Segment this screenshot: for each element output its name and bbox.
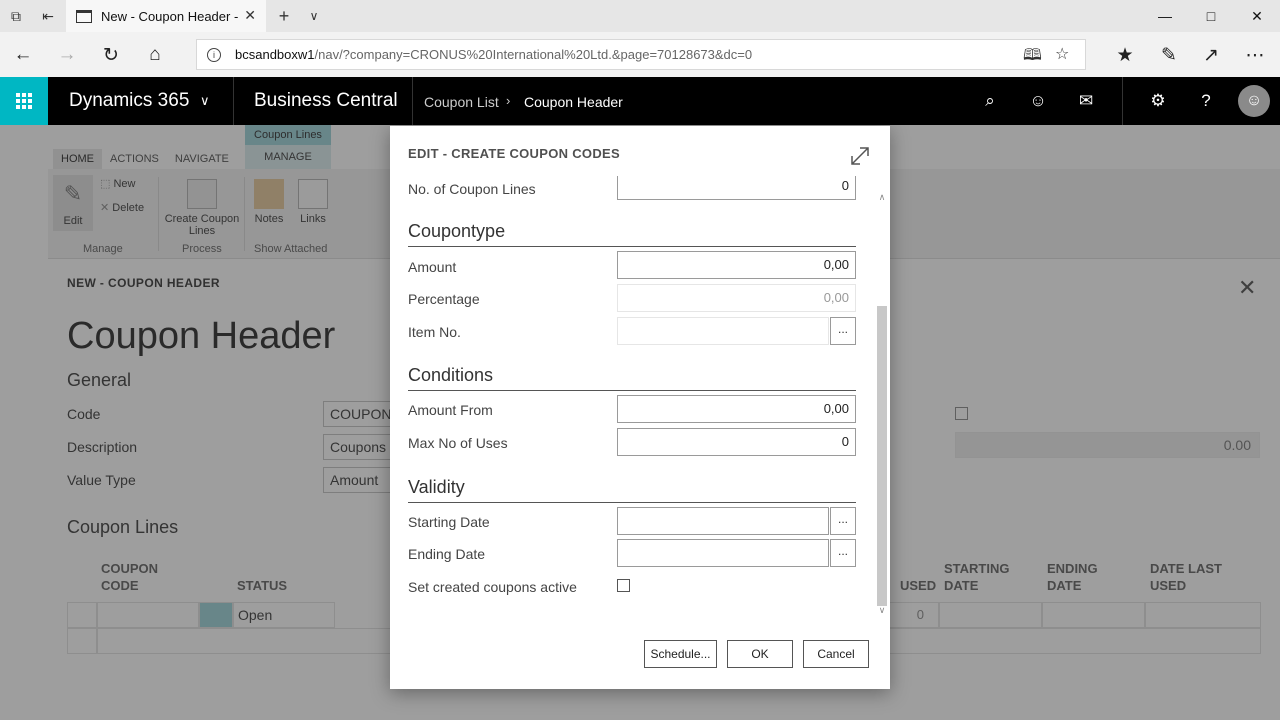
tab-title: New - Coupon Header - bbox=[101, 8, 239, 24]
address-bar: ← → ↻ ⌂ i bcsandboxw1/nav/?company=CRONU… bbox=[0, 32, 1280, 77]
section-conditions: Conditions bbox=[408, 365, 856, 391]
set-active-checkbox[interactable] bbox=[617, 579, 630, 592]
avatar[interactable]: ☺ bbox=[1238, 85, 1270, 117]
percentage-field[interactable]: 0,00 bbox=[617, 284, 856, 312]
expand-icon[interactable] bbox=[848, 144, 872, 168]
tab-preview-icon[interactable]: ⧉ bbox=[6, 6, 26, 26]
item-no-lookup-button[interactable]: ... bbox=[830, 317, 856, 345]
ending-date-field[interactable] bbox=[617, 539, 829, 567]
home-icon[interactable]: ⌂ bbox=[142, 42, 168, 68]
starting-date-picker-button[interactable]: ... bbox=[830, 507, 856, 535]
amount-field[interactable]: 0,00 bbox=[617, 251, 856, 279]
maximize-icon[interactable]: □ bbox=[1188, 4, 1234, 28]
tab-close-icon[interactable]: ✕ bbox=[244, 7, 256, 24]
section-validity: Validity bbox=[408, 477, 856, 503]
browser-tab-bar: ⧉ ⇤ New - Coupon Header - ✕ + ∨ — □ ✕ bbox=[0, 0, 1280, 32]
percentage-label: Percentage bbox=[408, 291, 480, 307]
set-tabs-aside-icon[interactable]: ⇤ bbox=[38, 6, 58, 26]
close-window-icon[interactable]: ✕ bbox=[1234, 4, 1280, 28]
breadcrumb-coupon-list[interactable]: Coupon List bbox=[424, 94, 499, 110]
app-launcher-icon[interactable] bbox=[0, 77, 48, 125]
product-name: Business Central bbox=[254, 90, 398, 111]
brand-name[interactable]: Dynamics 365 bbox=[69, 90, 189, 112]
chevron-down-icon[interactable]: ∨ bbox=[304, 6, 324, 26]
url-path: /nav/?company=CRONUS%20International%20L… bbox=[314, 47, 753, 62]
pen-icon[interactable]: ✎ bbox=[1156, 42, 1182, 68]
minimize-icon[interactable]: — bbox=[1142, 4, 1188, 28]
starting-date-field[interactable] bbox=[617, 507, 829, 535]
back-icon[interactable]: ← bbox=[10, 42, 36, 68]
section-coupontype: Coupontype bbox=[408, 221, 856, 247]
header-divider bbox=[1122, 77, 1123, 125]
header-divider bbox=[412, 77, 413, 125]
breadcrumb-coupon-header: Coupon Header bbox=[524, 94, 623, 110]
set-active-label: Set created coupons active bbox=[408, 579, 577, 595]
url-host: bcsandboxw1 bbox=[235, 47, 315, 62]
schedule-button[interactable]: Schedule... bbox=[644, 640, 717, 668]
cancel-button[interactable]: Cancel bbox=[803, 640, 869, 668]
gear-icon[interactable]: ⚙ bbox=[1146, 89, 1170, 113]
amount-from-label: Amount From bbox=[408, 402, 493, 418]
smiley-icon[interactable]: ☺ bbox=[1026, 89, 1050, 113]
no-of-coupon-lines-field[interactable]: 0 bbox=[617, 176, 856, 200]
starting-date-label: Starting Date bbox=[408, 514, 490, 530]
new-tab-icon[interactable]: + bbox=[274, 6, 294, 26]
item-no-field[interactable] bbox=[617, 317, 829, 345]
no-of-coupon-lines-label: No. of Coupon Lines bbox=[408, 181, 536, 197]
amount-from-field[interactable]: 0,00 bbox=[617, 395, 856, 423]
ending-date-picker-button[interactable]: ... bbox=[830, 539, 856, 567]
ending-date-label: Ending Date bbox=[408, 546, 486, 562]
forward-icon[interactable]: → bbox=[54, 42, 80, 68]
notifications-icon[interactable]: ✉ bbox=[1074, 89, 1098, 113]
page-icon bbox=[76, 9, 92, 23]
ok-button[interactable]: OK bbox=[727, 640, 793, 668]
help-icon[interactable]: ? bbox=[1194, 89, 1218, 113]
chevron-down-icon[interactable]: ∨ bbox=[200, 93, 210, 109]
amount-label: Amount bbox=[408, 259, 457, 275]
header-divider bbox=[233, 77, 234, 125]
more-icon[interactable]: ⋯ bbox=[1242, 42, 1268, 68]
item-no-label: Item No. bbox=[408, 324, 461, 340]
refresh-icon[interactable]: ↻ bbox=[98, 42, 124, 68]
scroll-up-icon[interactable]: ∧ bbox=[876, 191, 888, 203]
max-no-of-uses-field[interactable]: 0 bbox=[617, 428, 856, 456]
favorite-star-icon[interactable]: ☆ bbox=[1055, 44, 1069, 64]
info-icon[interactable]: i bbox=[207, 47, 221, 62]
url-field[interactable]: i bcsandboxw1/nav/?company=CRONUS%20Inte… bbox=[196, 39, 1086, 70]
app-header: Dynamics 365 ∨ Business Central Coupon L… bbox=[0, 77, 1280, 125]
dialog-title: EDIT - CREATE COUPON CODES bbox=[408, 146, 620, 161]
search-icon[interactable]: ⌕ bbox=[978, 89, 1002, 113]
reading-view-icon[interactable]: 🕮 bbox=[1023, 44, 1042, 71]
scroll-down-icon[interactable]: ∨ bbox=[876, 604, 888, 616]
scroll-thumb[interactable] bbox=[877, 306, 887, 606]
max-no-of-uses-label: Max No of Uses bbox=[408, 435, 508, 451]
create-coupon-codes-dialog: EDIT - CREATE COUPON CODES No. of Coupon… bbox=[390, 126, 890, 689]
share-icon[interactable]: ↗ bbox=[1198, 42, 1224, 68]
favorites-hub-icon[interactable]: ★ bbox=[1112, 42, 1138, 68]
browser-tab[interactable]: New - Coupon Header - ✕ bbox=[66, 0, 266, 32]
chevron-right-icon: › bbox=[506, 93, 511, 108]
dialog-body: No. of Coupon Lines 0 Coupontype Amount … bbox=[390, 176, 874, 624]
